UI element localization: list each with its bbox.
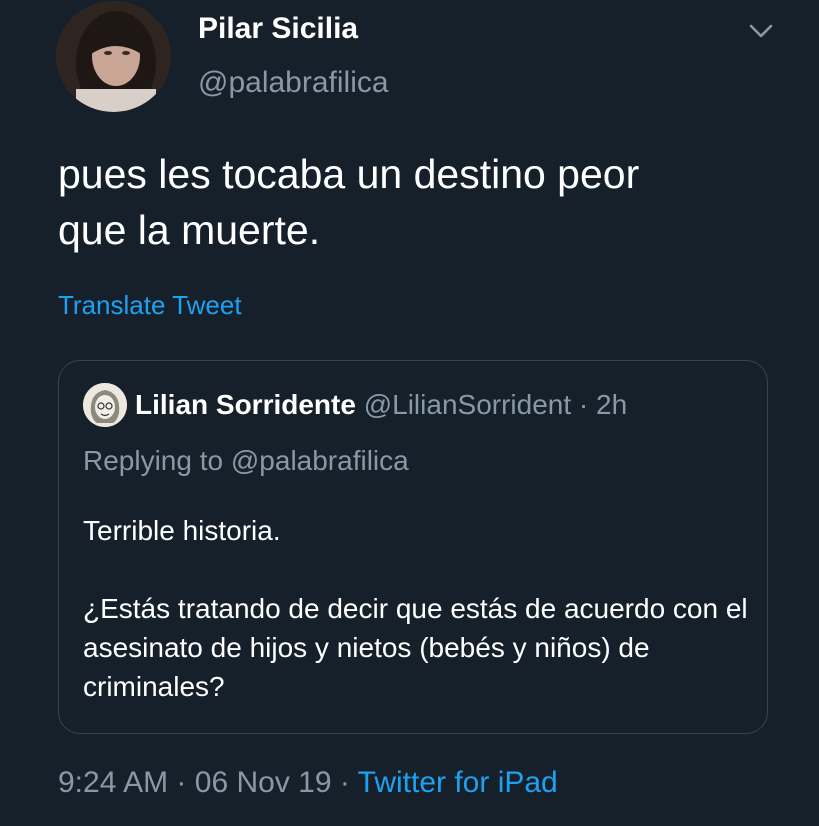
translate-tweet-link[interactable]: Translate Tweet [58,290,242,321]
author-handle[interactable]: @palabrafilica [198,66,389,100]
meta-separator: · [176,766,187,799]
quoted-avatar-image [83,383,127,427]
quoted-header: Lilian Sorridente @LilianSorrident · 2h [135,389,627,421]
tweet-text-line: pues les tocaba un destino peor [58,151,640,197]
replying-to-handle[interactable]: @palabrafilica [231,445,409,476]
quoted-paragraph: ¿Estás tratando de decir que estás de ac… [83,593,748,702]
quoted-timestamp[interactable]: 2h [596,389,627,420]
quoted-tweet-text: Terrible historia. ¿Estás tratando de de… [83,511,753,706]
tweet-time[interactable]: 9:24 AM [58,766,168,799]
quoted-author-avatar[interactable] [83,383,127,427]
replying-to: Replying to @palabrafilica [83,445,409,477]
author-avatar-image [56,1,171,112]
tweet-date[interactable]: 06 Nov 19 [195,766,332,799]
quoted-tweet[interactable]: Lilian Sorridente @LilianSorrident · 2h … [58,360,768,734]
chevron-down-icon[interactable] [746,16,776,46]
tweet-detail: Pilar Sicilia @palabrafilica pues les to… [0,0,819,826]
tweet-text-line: que la muerte. [58,207,321,253]
quoted-paragraph: Terrible historia. [83,515,281,546]
quoted-author-name[interactable]: Lilian Sorridente [135,389,356,420]
tweet-text: pues les tocaba un destino peor que la m… [58,146,778,258]
quoted-author-handle[interactable]: @LilianSorrident [364,389,571,420]
meta-separator: · [339,766,350,799]
tweet-source-link[interactable]: Twitter for iPad [358,766,558,799]
replying-to-label: Replying to [83,445,224,476]
quoted-separator: · [578,389,589,420]
author-name[interactable]: Pilar Sicilia [198,12,358,46]
author-avatar[interactable] [56,1,171,112]
tweet-meta: 9:24 AM · 06 Nov 19 · Twitter for iPad [58,766,558,800]
